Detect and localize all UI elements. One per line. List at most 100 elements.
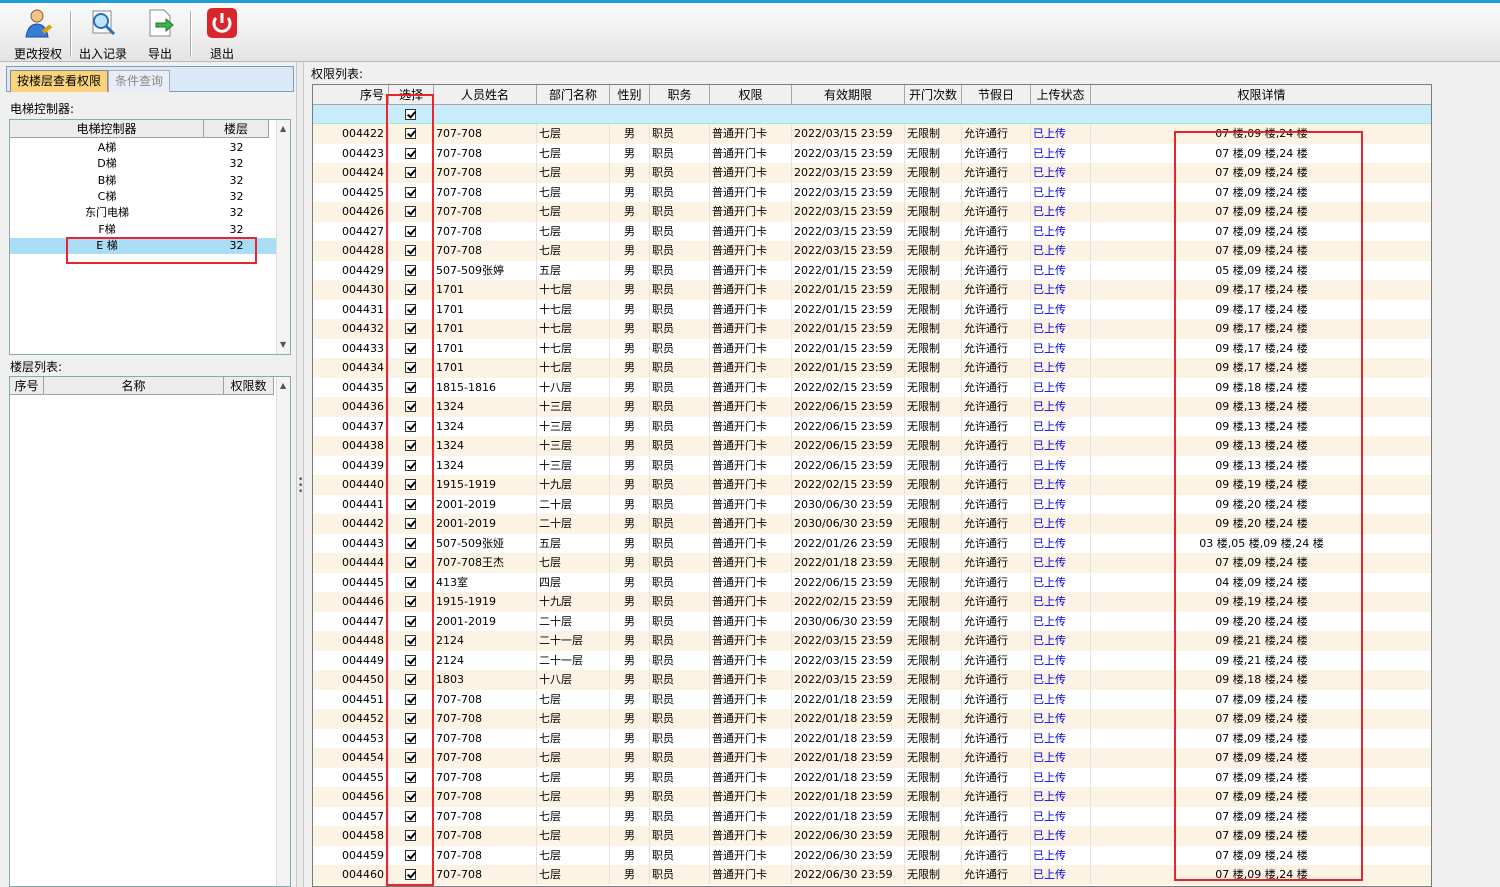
cell-upload-status[interactable]: 已上传 <box>1031 358 1091 377</box>
cell-upload-status[interactable]: 已上传 <box>1031 514 1091 533</box>
controller-row[interactable]: F梯 32 <box>10 222 276 238</box>
table-row[interactable]: 004446 1915-1919 十九层男职员 普通开门卡 2022/02/15 23:… <box>313 592 1431 612</box>
row-select-checkbox[interactable] <box>405 401 416 412</box>
table-row[interactable]: 004434 1701 十七层男职员 普通开门卡 2022/01/15 23:59 无限制… <box>313 358 1431 378</box>
cell-upload-status[interactable]: 已上传 <box>1031 650 1091 670</box>
row-select-checkbox[interactable] <box>405 362 416 373</box>
row-select-checkbox[interactable] <box>405 440 416 451</box>
table-row[interactable]: 004441 2001-2019 二十层男职员 普通开门卡 2030/06/30 23:… <box>313 494 1431 514</box>
cell-upload-status[interactable]: 已上传 <box>1031 767 1091 787</box>
table-row[interactable]: 004431 1701 十七层男职员 普通开门卡 2022/01/15 23:59 无限制… <box>313 299 1431 319</box>
table-row[interactable]: 004436 1324 十三层男职员 普通开门卡 2022/06/15 23:59 无限制… <box>313 397 1431 417</box>
table-row[interactable]: 004458 707-708 七层男职员 普通开门卡 2022/06/30 23:59 无… <box>313 826 1431 846</box>
row-select-checkbox[interactable] <box>405 732 416 744</box>
header-upload-status[interactable]: 上传状态 <box>1031 85 1091 105</box>
controller-row[interactable]: D梯 32 <box>10 156 276 172</box>
cell-upload-status[interactable]: 已上传 <box>1031 416 1091 436</box>
cell-upload-status[interactable]: 已上传 <box>1031 397 1091 416</box>
header-expiry[interactable]: 有效期限 <box>792 85 905 105</box>
cell-upload-status[interactable]: 已上传 <box>1031 611 1091 631</box>
cell-upload-status[interactable]: 已上传 <box>1031 533 1091 553</box>
row-select-checkbox[interactable] <box>405 693 416 705</box>
select-all-checkbox[interactable] <box>405 109 416 120</box>
cell-upload-status[interactable]: 已上传 <box>1031 689 1091 709</box>
cell-upload-status[interactable]: 已上传 <box>1031 241 1091 260</box>
cell-upload-status[interactable]: 已上传 <box>1031 182 1091 202</box>
export-button[interactable]: 导出 <box>140 5 180 61</box>
table-row[interactable]: 004457 707-708 七层男职员 普通开门卡 2022/01/18 23:59 无… <box>313 806 1431 826</box>
row-select-checkbox[interactable] <box>405 264 416 276</box>
row-select-checkbox[interactable] <box>405 674 416 685</box>
table-row[interactable]: 004438 1324 十三层男职员 普通开门卡 2022/06/15 23:59 无限制… <box>313 436 1431 456</box>
cell-upload-status[interactable]: 已上传 <box>1031 260 1091 280</box>
row-select-checkbox[interactable] <box>405 849 416 861</box>
table-row[interactable]: 004445 413室 四层男职员 普通开门卡 2022/06/15 23:59 无限制允… <box>313 572 1431 592</box>
cell-upload-status[interactable]: 已上传 <box>1031 143 1091 163</box>
table-row[interactable]: 004450 1803 十八层男职员 普通开门卡 2022/03/15 23:59 无限制… <box>313 670 1431 690</box>
row-select-checkbox[interactable] <box>405 128 416 139</box>
cell-upload-status[interactable]: 已上传 <box>1031 572 1091 592</box>
row-select-checkbox[interactable] <box>405 479 416 490</box>
cell-upload-status[interactable]: 已上传 <box>1031 338 1091 358</box>
controller-row[interactable]: E 梯 32 <box>10 237 276 254</box>
row-select-checkbox[interactable] <box>405 771 416 783</box>
table-row[interactable]: 004453 707-708 七层男职员 普通开门卡 2022/01/18 23:59 无… <box>313 728 1431 748</box>
row-select-checkbox[interactable] <box>405 791 416 802</box>
table-row[interactable]: 004423 707-708 七层男职员 普通开门卡 2022/03/15 23:59 无… <box>313 143 1431 163</box>
header-gender[interactable]: 性别 <box>610 85 650 105</box>
table-row[interactable]: 004447 2001-2019 二十层男职员 普通开门卡 2030/06/30 23:… <box>313 611 1431 631</box>
controller-row[interactable]: 东门电梯 32 <box>10 205 276 221</box>
table-row[interactable]: 004449 2124 二十一层男职员 普通开门卡 2022/03/15 23:59 无限… <box>313 650 1431 670</box>
cell-upload-status[interactable]: 已上传 <box>1031 670 1091 689</box>
table-row[interactable]: 004456 707-708 七层男职员 普通开门卡 2022/01/18 23:59 无… <box>313 787 1431 807</box>
cell-upload-status[interactable]: 已上传 <box>1031 280 1091 299</box>
row-select-checkbox[interactable] <box>405 459 416 471</box>
cell-upload-status[interactable]: 已上传 <box>1031 436 1091 455</box>
table-row[interactable]: 004426 707-708 七层男职员 普通开门卡 2022/03/15 23:59 无… <box>313 202 1431 222</box>
access-log-button[interactable]: 出入记录 <box>77 5 129 61</box>
table-row[interactable]: 004424 707-708 七层男职员 普通开门卡 2022/03/15 23:59 无… <box>313 163 1431 183</box>
header-title[interactable]: 职务 <box>650 85 710 105</box>
row-select-checkbox[interactable] <box>405 830 416 841</box>
floor-perm-count-header[interactable]: 权限数 <box>224 377 274 395</box>
row-select-checkbox[interactable] <box>405 518 416 529</box>
row-select-checkbox[interactable] <box>405 810 416 822</box>
cell-upload-status[interactable]: 已上传 <box>1031 377 1091 397</box>
table-row[interactable]: 004433 1701 十七层男职员 普通开门卡 2022/01/15 23:59 无限制… <box>313 338 1431 358</box>
table-row[interactable]: 004444 707-708王杰 七层男职员 普通开门卡 2022/01/18 23:5… <box>313 553 1431 573</box>
table-row[interactable]: 004459 707-708 七层男职员 普通开门卡 2022/06/30 23:59 无… <box>313 845 1431 865</box>
row-select-checkbox[interactable] <box>405 635 416 646</box>
row-select-checkbox[interactable] <box>405 596 416 607</box>
row-select-checkbox[interactable] <box>405 323 416 334</box>
header-name[interactable]: 人员姓名 <box>434 85 537 105</box>
row-select-checkbox[interactable] <box>405 206 416 217</box>
row-select-checkbox[interactable] <box>405 167 416 178</box>
table-row[interactable]: 004432 1701 十七层男职员 普通开门卡 2022/01/15 23:59 无限制… <box>313 319 1431 339</box>
controller-row[interactable]: C梯 32 <box>10 189 276 205</box>
cell-upload-status[interactable]: 已上传 <box>1031 865 1091 884</box>
change-auth-button[interactable]: 更改授权 <box>12 5 64 61</box>
row-select-checkbox[interactable] <box>405 654 416 666</box>
row-select-checkbox[interactable] <box>405 342 416 354</box>
tab-by-floor[interactable]: 按楼层查看权限 <box>10 70 109 92</box>
row-select-checkbox[interactable] <box>405 498 416 510</box>
table-row[interactable]: 004429 507-509张婷 五层男职员 普通开门卡 2022/01/15 23:5… <box>313 260 1431 280</box>
table-row[interactable]: 004442 2001-2019 二十层男职员 普通开门卡 2030/06/30 23:… <box>313 514 1431 534</box>
cell-upload-status[interactable]: 已上传 <box>1031 709 1091 728</box>
controller-scrollbar[interactable]: ▲ ▼ <box>276 120 290 354</box>
row-select-checkbox[interactable] <box>405 420 416 432</box>
row-select-checkbox[interactable] <box>405 245 416 256</box>
cell-upload-status[interactable]: 已上传 <box>1031 124 1091 143</box>
row-select-checkbox[interactable] <box>405 186 416 198</box>
table-row[interactable]: 004435 1815-1816 十八层男职员 普通开门卡 2022/02/15 23:… <box>313 377 1431 397</box>
cell-upload-status[interactable]: 已上传 <box>1031 221 1091 241</box>
table-row[interactable]: 004430 1701 十七层男职员 普通开门卡 2022/01/15 23:59 无限制… <box>313 280 1431 300</box>
row-select-checkbox[interactable] <box>405 381 416 393</box>
table-row[interactable]: 004428 707-708 七层男职员 普通开门卡 2022/03/15 23:59 无… <box>313 241 1431 261</box>
row-select-checkbox[interactable] <box>405 869 416 880</box>
row-select-checkbox[interactable] <box>405 752 416 763</box>
row-select-checkbox[interactable] <box>405 284 416 295</box>
cell-upload-status[interactable]: 已上传 <box>1031 494 1091 514</box>
table-row[interactable]: 004422 707-708 七层男职员 普通开门卡 2022/03/15 23:59 无… <box>313 124 1431 144</box>
table-row[interactable]: 004448 2124 二十一层男职员 普通开门卡 2022/03/15 23:59 无限… <box>313 631 1431 651</box>
